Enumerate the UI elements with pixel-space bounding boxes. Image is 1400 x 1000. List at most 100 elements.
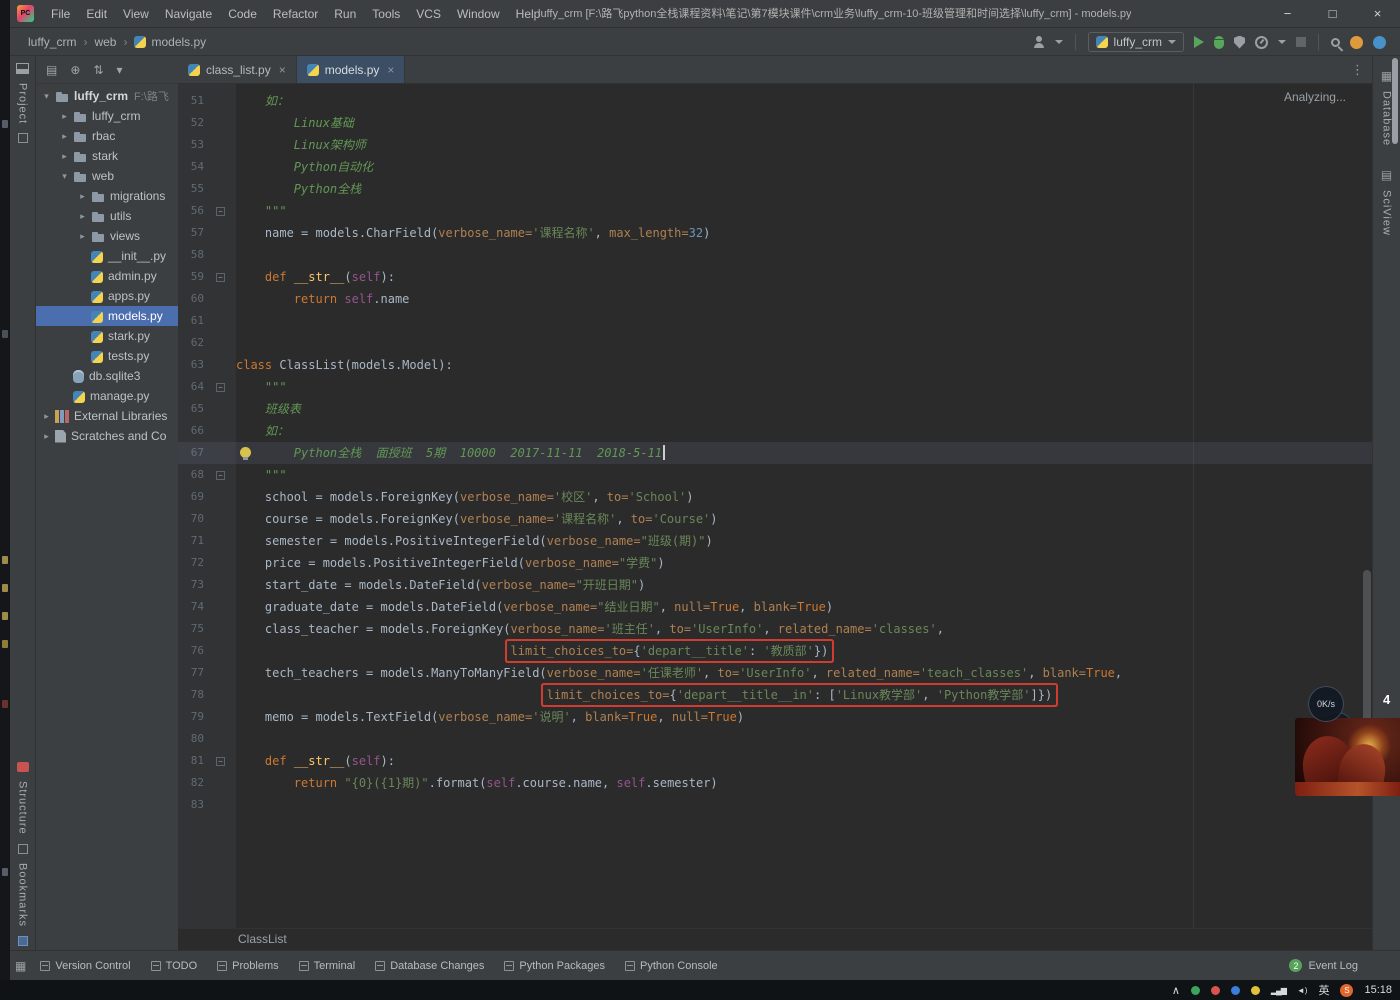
run-button[interactable]	[1194, 36, 1204, 48]
code-line-83[interactable]	[236, 794, 1372, 816]
tab-class_list.py[interactable]: class_list.py ×	[178, 56, 297, 83]
breadcrumb-classlist[interactable]: ClassList	[238, 932, 287, 946]
ide-notification-icon[interactable]	[1373, 35, 1386, 49]
gutter-line-57[interactable]: 57−	[178, 222, 235, 244]
statusbar-python-packages[interactable]: Python Packages	[504, 960, 605, 972]
menu-vcs[interactable]: VCS	[408, 0, 449, 28]
tree-item-admin.py[interactable]: admin.py	[36, 266, 178, 286]
gutter-line-54[interactable]: 54−	[178, 156, 235, 178]
tree-arrow-icon[interactable]: ▾	[58, 171, 71, 182]
fold-marker-icon[interactable]: −	[216, 470, 225, 480]
ime-icon[interactable]: S	[1340, 983, 1354, 997]
statusbar-database-changes[interactable]: Database Changes	[375, 960, 484, 972]
tab-close-icon[interactable]: ×	[279, 63, 286, 77]
fold-marker-icon[interactable]: −	[216, 272, 225, 282]
tree-arrow-icon[interactable]: ▸	[58, 111, 71, 122]
code-line-56[interactable]: """	[236, 200, 1372, 222]
code-line-67[interactable]: Python全栈 面授班 5期 10000 2017-11-11 2018-5-…	[236, 442, 1372, 464]
code-line-75[interactable]: class_teacher = models.ForeignKey(verbos…	[236, 618, 1372, 640]
search-everywhere-icon[interactable]	[1331, 37, 1340, 47]
statusbar-terminal[interactable]: Terminal	[298, 960, 355, 972]
stripe-label-structure[interactable]: Structure	[17, 781, 29, 835]
code-line-78[interactable]: limit_choices_to={'depart__title__in': […	[236, 684, 1372, 706]
fold-marker-icon[interactable]: −	[216, 206, 225, 216]
language-indicator[interactable]: 英	[1318, 982, 1329, 998]
tree-item-stark[interactable]: ▸ stark	[36, 146, 178, 166]
code-line-66[interactable]: 如：	[236, 420, 1372, 442]
tree-item-migrations[interactable]: ▸ migrations	[36, 186, 178, 206]
menu-navigate[interactable]: Navigate	[157, 0, 220, 28]
line-number[interactable]: 56	[178, 200, 204, 222]
code-line-53[interactable]: Linux架构师	[236, 134, 1372, 156]
line-number[interactable]: 80	[178, 728, 204, 750]
statusbar-python-console[interactable]: Python Console	[625, 960, 718, 972]
gutter-line-72[interactable]: 72−	[178, 552, 235, 574]
code-line-76[interactable]: limit_choices_to={'depart__title': '教质部'…	[236, 640, 1372, 662]
statusbar-version-control[interactable]: Version Control	[40, 960, 131, 972]
toolwindow-switcher-icon[interactable]: ▦	[15, 959, 26, 973]
menu-window[interactable]: Window	[449, 0, 508, 28]
gutter-line-81[interactable]: 81 −	[178, 750, 235, 772]
line-number[interactable]: 72	[178, 552, 204, 574]
tab-models.py[interactable]: models.py ×	[296, 56, 406, 83]
tray-icon-green[interactable]	[1190, 985, 1200, 995]
menu-file[interactable]: File	[43, 0, 78, 28]
code-line-57[interactable]: name = models.CharField(verbose_name='课程…	[236, 222, 1372, 244]
tray-icon-blue[interactable]	[1230, 985, 1240, 995]
run-configuration-select[interactable]: luffy_crm	[1087, 32, 1184, 52]
tree-item-Scratches and Co[interactable]: ▸ Scratches and Co	[36, 426, 178, 446]
line-number[interactable]: 59	[178, 266, 204, 288]
code-line-54[interactable]: Python自动化	[236, 156, 1372, 178]
tree-arrow-icon[interactable]: ▸	[76, 211, 89, 222]
code-line-79[interactable]: memo = models.TextField(verbose_name='说明…	[236, 706, 1372, 728]
code-line-52[interactable]: Linux基础	[236, 112, 1372, 134]
tree-item-__init__.py[interactable]: __init__.py	[36, 246, 178, 266]
line-number[interactable]: 62	[178, 332, 204, 354]
line-number[interactable]: 64	[178, 376, 204, 398]
code-line-63[interactable]: class ClassList(models.Model):	[236, 354, 1372, 376]
line-number[interactable]: 58	[178, 244, 204, 266]
tree-arrow-icon[interactable]: ▸	[58, 131, 71, 142]
menu-view[interactable]: View	[115, 0, 157, 28]
line-number[interactable]: 66	[178, 420, 204, 442]
profiler-button[interactable]	[1255, 35, 1268, 49]
gutter-line-77[interactable]: 77−	[178, 662, 235, 684]
clock[interactable]: 15:18	[1364, 984, 1392, 996]
gutter-line-66[interactable]: 66−	[178, 420, 235, 442]
project-toolbar-icon-1[interactable]: ⊕	[70, 63, 80, 77]
gutter-line-63[interactable]: 63−	[178, 354, 235, 376]
tree-item-rbac[interactable]: ▸ rbac	[36, 126, 178, 146]
tree-arrow-icon[interactable]: ▸	[76, 191, 89, 202]
line-number[interactable]: 79	[178, 706, 204, 728]
tree-item-stark.py[interactable]: stark.py	[36, 326, 178, 346]
gutter-line-60[interactable]: 60−	[178, 288, 235, 310]
folder-toolwindow-icon[interactable]	[17, 133, 28, 144]
gutter-line-64[interactable]: 64 −	[178, 376, 235, 398]
stripe-label-project[interactable]: Project	[17, 83, 29, 124]
project-toolbar-icon-0[interactable]: ▤	[46, 63, 57, 77]
tree-item-views[interactable]: ▸ views	[36, 226, 178, 246]
stop-button[interactable]	[1296, 37, 1306, 47]
code-line-81[interactable]: def __str__(self):	[236, 750, 1372, 772]
gutter-line-80[interactable]: 80−	[178, 728, 235, 750]
code-line-69[interactable]: school = models.ForeignKey(verbose_name=…	[236, 486, 1372, 508]
line-number[interactable]: 60	[178, 288, 204, 310]
gutter-line-53[interactable]: 53−	[178, 134, 235, 156]
line-number[interactable]: 65	[178, 398, 204, 420]
tree-item-db.sqlite3[interactable]: db.sqlite3	[36, 366, 178, 386]
structure-toolwindow-icon[interactable]	[16, 762, 29, 772]
tray-expand-icon[interactable]: ∧	[1172, 984, 1180, 997]
line-number[interactable]: 75	[178, 618, 204, 640]
menu-edit[interactable]: Edit	[78, 0, 115, 28]
gutter-line-71[interactable]: 71−	[178, 530, 235, 552]
fold-marker-icon[interactable]: −	[216, 756, 225, 766]
event-log-button[interactable]: Event Log	[1308, 960, 1358, 972]
gutter-line-76[interactable]: 76−	[178, 640, 235, 662]
gutter-line-78[interactable]: 78−	[178, 684, 235, 706]
tree-item-utils[interactable]: ▸ utils	[36, 206, 178, 226]
coverage-button[interactable]	[1234, 35, 1245, 49]
line-number[interactable]: 52	[178, 112, 204, 134]
tree-item-apps.py[interactable]: apps.py	[36, 286, 178, 306]
code-line-51[interactable]: 如：	[236, 90, 1372, 112]
code-line-82[interactable]: return "{0}({1}期)".format(self.course.na…	[236, 772, 1372, 794]
